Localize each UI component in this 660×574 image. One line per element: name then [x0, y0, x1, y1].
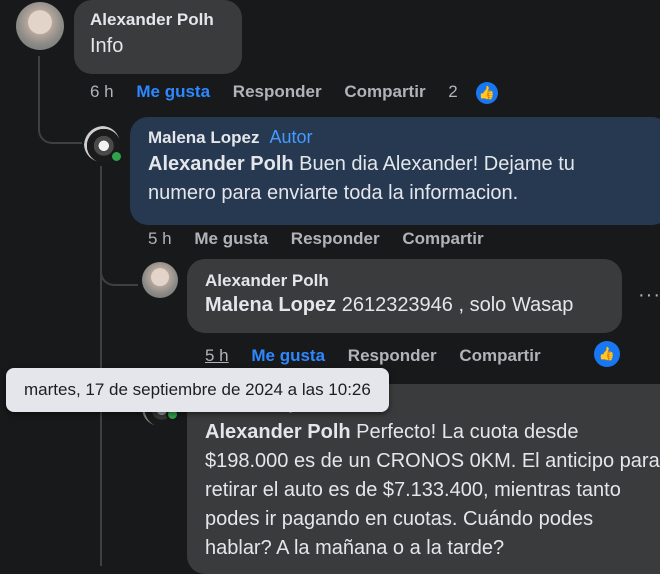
comment-bubble-4: Malena Lopez Alexander Polh Perfecto! La… [187, 384, 660, 574]
share-button[interactable]: Compartir [459, 346, 540, 365]
comment-text: Malena Lopez 2612323946 , solo Wasap [205, 291, 604, 320]
thread-line-reply1 [100, 166, 102, 566]
author-badge: Autor [269, 127, 313, 147]
more-options-icon[interactable]: ··· [638, 284, 660, 307]
comment-actions-2: 5 h Me gusta Responder Compartir [148, 229, 502, 249]
share-button[interactable]: Compartir [344, 82, 425, 101]
online-status-icon [110, 150, 123, 163]
comment-text: Info [90, 35, 124, 57]
comment-author-line: Malena Lopez Autor [148, 127, 652, 148]
reply-button[interactable]: Responder [233, 82, 322, 101]
thread-elbow-reply2 [100, 250, 138, 286]
like-button[interactable]: Me gusta [251, 346, 325, 365]
like-button[interactable]: Me gusta [136, 82, 210, 101]
mention-link[interactable]: Malena Lopez [205, 294, 336, 316]
comment-bubble-3: Alexander Polh Malena Lopez 2612323946 ,… [187, 259, 622, 333]
thumbs-up-icon: 👍 [475, 82, 498, 104]
comment-bubble-1: Alexander Polh Info [74, 0, 242, 74]
like-button[interactable]: Me gusta [194, 229, 268, 248]
mention-link[interactable]: Alexander Polh [205, 421, 351, 443]
comment-time[interactable]: 5 h [148, 229, 172, 248]
thumbs-up-icon[interactable]: 👍 [594, 341, 620, 367]
comment-text: Alexander Polh Buen dia Alexander! Dejam… [148, 150, 648, 208]
reaction-count-value: 2 [448, 82, 458, 102]
comment-actions-3: 5 h Me gusta Responder Compartir [205, 346, 559, 366]
mention-link[interactable]: Alexander Polh [148, 153, 294, 175]
comment-time[interactable]: 6 h [90, 82, 114, 101]
thread-elbow-reply1 [38, 100, 82, 144]
comment-time[interactable]: 5 h [205, 346, 229, 365]
timestamp-tooltip: martes, 17 de septiembre de 2024 a las 1… [6, 368, 389, 412]
comment-author[interactable]: Malena Lopez [148, 128, 259, 147]
reaction-count[interactable]: 2 👍 [448, 82, 515, 104]
comment-author[interactable]: Alexander Polh [205, 271, 604, 291]
comment-bubble-2: Malena Lopez Autor Alexander Polh Buen di… [130, 117, 660, 225]
reply-button[interactable]: Responder [291, 229, 380, 248]
comment-text: Alexander Polh Perfecto! La cuota desde … [205, 418, 660, 563]
comment-actions-1: 6 h Me gusta Responder Compartir 2 👍 [90, 82, 516, 104]
comment-author[interactable]: Alexander Polh [90, 10, 226, 30]
avatar-alexander[interactable] [16, 2, 64, 50]
share-button[interactable]: Compartir [402, 229, 483, 248]
avatar-alexander[interactable] [142, 262, 178, 298]
reply-button[interactable]: Responder [348, 346, 437, 365]
comment-body: 2612323946 , solo Wasap [336, 294, 574, 316]
